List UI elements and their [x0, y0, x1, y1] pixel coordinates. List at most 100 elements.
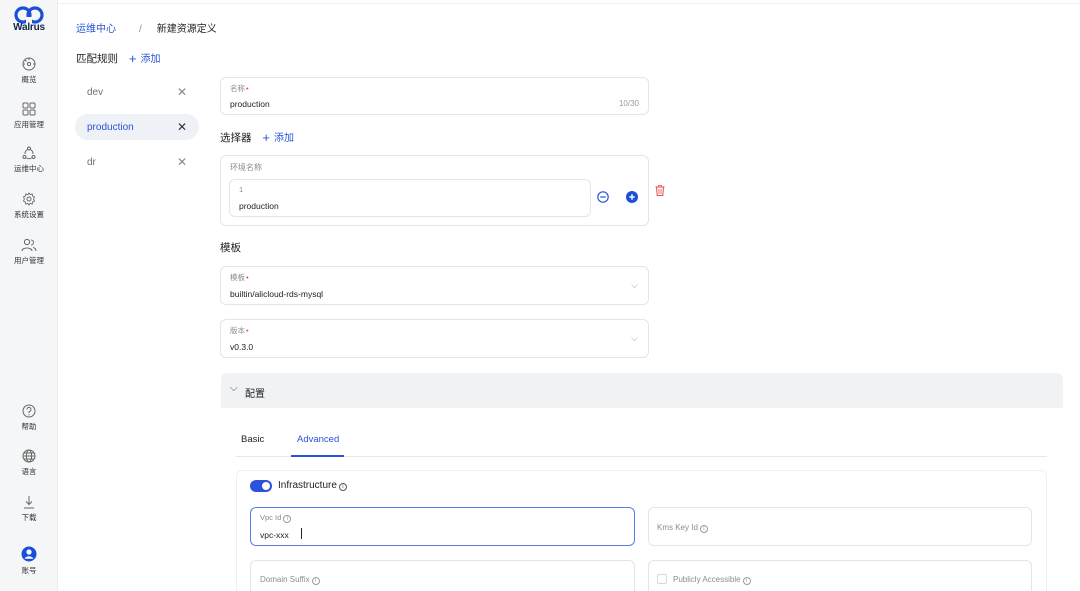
nav-label: 应用管理: [14, 120, 44, 129]
breadcrumb-separator: /: [139, 24, 142, 35]
nav-item-language[interactable]: 语言: [0, 449, 58, 477]
infrastructure-toggle[interactable]: [250, 480, 272, 492]
template-section-title: 模板: [220, 242, 241, 254]
template-select[interactable]: 模板• builtin/alicloud-rds-mysql ⌵: [220, 266, 649, 305]
nav-item-apps[interactable]: 应用管理: [0, 102, 58, 130]
info-icon[interactable]: i: [311, 577, 320, 585]
rule-name: dev: [87, 87, 104, 98]
text-cursor: [301, 528, 302, 539]
breadcrumb-parent-link[interactable]: 运维中心: [76, 24, 116, 35]
nav-item-users[interactable]: 用户管理: [0, 238, 58, 266]
tab-advanced[interactable]: Advanced: [297, 434, 339, 445]
close-icon[interactable]: ✕: [177, 85, 187, 99]
nav-label: 用户管理: [14, 256, 44, 265]
nav-item-download[interactable]: 下载: [0, 495, 58, 523]
kms-key-id-label-text: Kms Key Id: [657, 523, 698, 532]
apps-grid-icon: [22, 102, 36, 116]
tab-basic[interactable]: Basic: [241, 434, 264, 445]
chevron-down-icon: ⌵: [631, 333, 638, 343]
rules-title: 匹配规则: [76, 53, 118, 65]
add-selector-label: 添加: [274, 133, 295, 144]
required-mark: •: [246, 84, 249, 93]
nav-label: 概览: [21, 75, 37, 84]
name-field-label: 名称•: [230, 83, 249, 94]
rule-item-dev[interactable]: dev ✕: [75, 79, 199, 105]
account-icon: [21, 546, 37, 562]
add-circle-icon[interactable]: [626, 191, 638, 203]
info-icon[interactable]: i: [283, 515, 292, 523]
rule-item-production[interactable]: production ✕: [75, 114, 199, 140]
config-title: 配置: [245, 389, 265, 400]
left-nav: Walrus 概览 应用管理 运维中心 系统设置 用户管理 帮助 语言 下载 账…: [0, 0, 58, 591]
publicly-accessible-field: Publicly Accessible i: [648, 560, 1032, 591]
rule-name: dr: [87, 157, 96, 168]
download-icon: [24, 496, 34, 509]
ops-center-icon: [22, 146, 36, 160]
infrastructure-label-text: Infrastructure: [278, 480, 337, 491]
add-rule-label: 添加: [140, 54, 161, 65]
vpc-id-label-text: Vpc Id: [260, 513, 282, 522]
nav-label: 账号: [21, 566, 37, 575]
selector-item-index: 1: [239, 185, 244, 194]
globe-icon: [22, 449, 36, 463]
nav-label: 帮助: [21, 422, 37, 431]
publicly-accessible-label-text: Publicly Accessible: [673, 575, 741, 584]
plus-icon: +: [128, 51, 137, 66]
dashboard-icon: [22, 57, 36, 71]
template-value: builtin/alicloud-rds-mysql: [230, 289, 324, 299]
nav-label: 语言: [21, 467, 37, 476]
info-icon[interactable]: i: [699, 525, 708, 533]
chevron-down-icon: ⌵: [230, 383, 238, 394]
nav-label: 系统设置: [14, 210, 44, 219]
gear-icon: [22, 192, 36, 206]
nav-label: 下载: [21, 513, 37, 522]
selector-group-label: 环境名称: [230, 163, 262, 172]
required-mark: •: [246, 326, 249, 335]
top-divider: [58, 3, 1080, 4]
publicly-accessible-label: Publicly Accessible i: [673, 575, 751, 585]
selector-item-value: production: [239, 201, 279, 211]
plus-icon: +: [262, 130, 271, 145]
close-icon[interactable]: ✕: [177, 120, 187, 134]
vpc-id-field[interactable]: Vpc Id i vpc-xxx: [250, 507, 635, 546]
add-rule-button[interactable]: + 添加: [128, 51, 161, 66]
publicly-accessible-checkbox[interactable]: [657, 574, 667, 584]
info-icon[interactable]: i: [338, 483, 347, 491]
selector-header: 选择器 + 添加: [220, 129, 294, 145]
active-tab-indicator: [291, 455, 344, 457]
name-label-text: 名称: [230, 84, 245, 93]
info-icon[interactable]: i: [742, 577, 751, 585]
environment-name-input[interactable]: 1 production: [229, 179, 591, 217]
logo[interactable]: Walrus: [0, 6, 58, 33]
add-selector-button[interactable]: + 添加: [262, 130, 295, 145]
breadcrumb-current: 新建资源定义: [156, 24, 217, 35]
version-select[interactable]: 版本• v0.3.0 ⌵: [220, 319, 649, 358]
domain-suffix-label-text: Domain Suffix: [260, 575, 310, 584]
close-icon[interactable]: ✕: [177, 155, 187, 169]
nav-item-settings[interactable]: 系统设置: [0, 192, 58, 220]
required-mark: •: [246, 273, 249, 282]
nav-item-account[interactable]: 账号: [0, 546, 58, 576]
remove-circle-icon[interactable]: [597, 191, 609, 203]
domain-suffix-field[interactable]: Domain Suffix i: [250, 560, 635, 591]
vpc-id-label: Vpc Id i: [260, 513, 292, 523]
nav-item-help[interactable]: 帮助: [0, 404, 58, 432]
domain-suffix-label: Domain Suffix i: [260, 575, 320, 585]
version-label: 版本•: [230, 325, 249, 336]
config-collapse-header[interactable]: ⌵ 配置: [221, 373, 1063, 408]
nav-item-ops-center[interactable]: 运维中心: [0, 146, 58, 174]
users-icon: [21, 238, 37, 252]
rule-item-dr[interactable]: dr ✕: [75, 149, 199, 175]
selector-group: 环境名称 1 production: [220, 155, 649, 226]
rules-header: 匹配规则 + 添加: [76, 50, 161, 66]
nav-item-overview[interactable]: 概览: [0, 57, 58, 85]
name-char-count: 10/30: [618, 99, 639, 108]
template-label-text: 模板: [230, 273, 245, 282]
name-field-value: production: [230, 99, 270, 109]
trash-icon[interactable]: [655, 185, 665, 196]
version-label-text: 版本: [230, 326, 245, 335]
logo-text: Walrus: [13, 22, 45, 33]
name-field[interactable]: 名称• production 10/30: [220, 77, 649, 115]
kms-key-id-field[interactable]: Kms Key Id i: [648, 507, 1032, 546]
selector-title: 选择器: [220, 132, 252, 144]
